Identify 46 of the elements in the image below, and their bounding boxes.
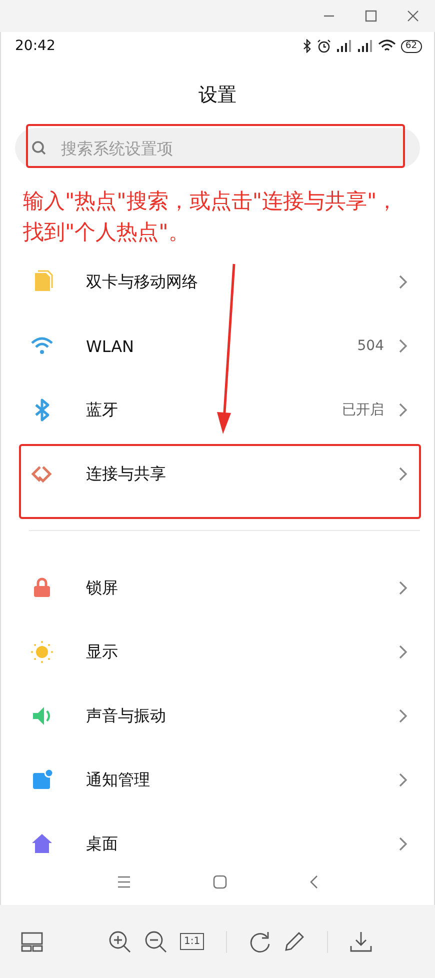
signal-icon <box>356 39 373 53</box>
signal-icon <box>336 39 352 53</box>
settings-item[interactable]: 锁屏 <box>1 556 434 620</box>
settings-item[interactable]: 双卡与移动网络 <box>1 250 434 314</box>
search-icon <box>31 140 47 156</box>
annotation-text: 输入"热点"搜索，或点击"连接与共享"，找到"个人热点"。 <box>22 188 399 246</box>
pencil-icon[interactable] <box>283 930 306 952</box>
settings-item[interactable]: WLAN 504 <box>1 314 434 378</box>
settings-item[interactable]: 声音与振动 <box>1 684 434 748</box>
zoom-out-icon[interactable] <box>144 930 168 954</box>
notification-icon <box>30 768 54 792</box>
settings-item[interactable]: 桌面 <box>1 812 434 858</box>
chevron-icon <box>398 708 408 724</box>
settings-item[interactable]: 通知管理 <box>1 748 434 812</box>
chevron-icon <box>398 402 408 418</box>
home-icon <box>30 832 54 856</box>
settings-item[interactable]: 连接与共享 <box>1 442 434 506</box>
settings-item[interactable]: 显示 <box>1 620 434 684</box>
sun-icon <box>30 640 54 664</box>
download-icon[interactable] <box>350 930 372 952</box>
alarm-icon <box>316 39 331 53</box>
chevron-icon <box>398 580 408 596</box>
zoom-in-icon[interactable] <box>108 930 132 954</box>
battery-indicator: 62 <box>400 40 422 52</box>
menu-icon[interactable] <box>116 876 130 888</box>
actual-size-button[interactable]: 1:1 <box>180 933 204 950</box>
status-time: 20:42 <box>15 38 56 54</box>
settings-item[interactable]: 蓝牙 已开启 <box>1 378 434 442</box>
home-button-icon[interactable] <box>212 874 226 888</box>
page-title: 设置 <box>198 82 238 108</box>
chevron-icon <box>398 772 408 788</box>
item-value: 504 <box>357 338 384 354</box>
layout-icon[interactable] <box>21 932 43 952</box>
search-field[interactable]: 搜索系统设置项 <box>15 128 420 168</box>
chevron-icon <box>398 466 408 482</box>
item-value: 已开启 <box>342 401 384 419</box>
maximize-icon[interactable] <box>364 9 378 23</box>
bluetooth-icon <box>302 39 312 53</box>
close-icon[interactable] <box>406 9 420 23</box>
rotate-icon[interactable] <box>249 930 272 952</box>
back-icon[interactable] <box>308 874 318 888</box>
wifi-icon <box>378 39 396 53</box>
chevron-icon <box>398 338 408 354</box>
chevron-icon <box>398 644 408 660</box>
chevron-icon <box>398 836 408 852</box>
chevron-icon <box>398 274 408 290</box>
